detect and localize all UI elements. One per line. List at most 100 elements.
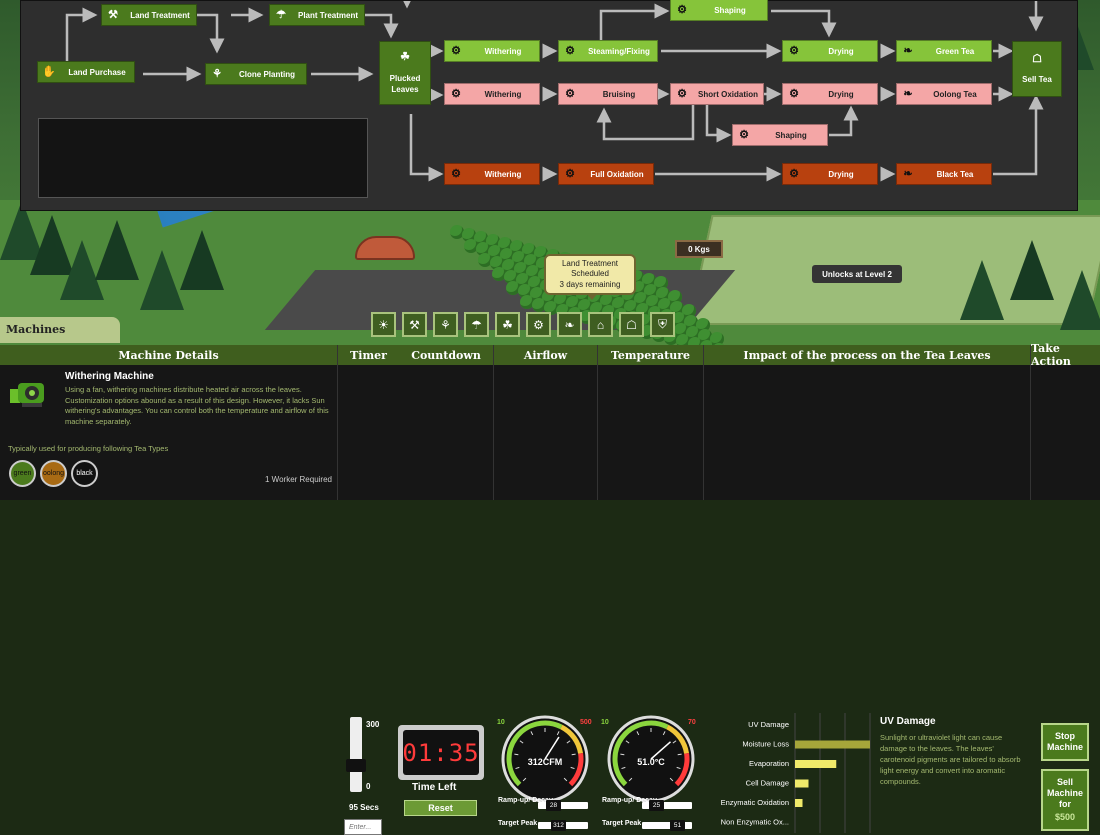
gears-icon: ⚙: [565, 87, 575, 100]
node-full-oxidation[interactable]: ⚙ Full Oxidation: [558, 163, 654, 185]
impact-bar[interactable]: [795, 740, 870, 749]
reset-button[interactable]: Reset: [404, 800, 477, 816]
machine-panel: Machine Details Withering Machine Using …: [0, 342, 1100, 835]
machine-details-panel: Machine Details Withering Machine Using …: [0, 345, 337, 500]
impact-bar[interactable]: [795, 799, 803, 807]
node-label: Steaming/Fixing: [588, 46, 650, 56]
tea-leaf-icon[interactable]: ❧: [557, 312, 582, 337]
impact-bar[interactable]: [795, 760, 837, 768]
gears-icon: ⚙: [739, 128, 749, 141]
gauge-tick: [571, 753, 576, 756]
node-label: Withering: [484, 46, 522, 56]
timer-slider-track[interactable]: [350, 717, 362, 792]
temperature-target-value[interactable]: 51: [670, 820, 685, 831]
node-label: Withering: [484, 89, 522, 99]
gears-icon[interactable]: ⚙: [526, 312, 551, 337]
storage-label[interactable]: 0 Kgs: [675, 240, 723, 258]
sun-leaf-icon[interactable]: ☀: [371, 312, 396, 337]
temperature-target-slider[interactable]: 51: [642, 820, 692, 831]
airflow-ramp-value[interactable]: 28: [546, 800, 561, 811]
shovel-icon[interactable]: ⚒: [402, 312, 427, 337]
node-green-tea[interactable]: ❧ Green Tea: [896, 40, 992, 62]
timer-value: 95 Secs: [349, 803, 379, 812]
gauge-tick: [677, 753, 682, 756]
gears-icon: ⚙: [677, 87, 687, 100]
tea-leaf-icon: ❧: [903, 87, 913, 100]
airflow-target-value[interactable]: 312: [551, 820, 566, 831]
node-land-purchase[interactable]: ✋ Land Purchase: [37, 61, 135, 83]
node-label: Shaping: [714, 5, 746, 15]
node-plant-treatment[interactable]: ☂ Plant Treatment: [269, 4, 365, 26]
node-steaming[interactable]: ⚙ Steaming/Fixing: [558, 40, 658, 62]
node-green-withering[interactable]: ⚙ Withering: [444, 40, 540, 62]
node-black-withering[interactable]: ⚙ Withering: [444, 163, 540, 185]
machines-tab[interactable]: Machines: [0, 317, 120, 343]
impact-panel: Impact of the process on the Tea Leaves: [703, 345, 1030, 500]
node-clone-planting[interactable]: ⚘ Clone Planting: [205, 63, 307, 85]
gears-icon: ⚙: [789, 87, 799, 100]
house-icon[interactable]: ⌂: [588, 312, 613, 337]
temperature-target-label: Target Peak: [602, 820, 642, 827]
airflow-target-label: Target Peak: [498, 820, 538, 827]
timer-header: Timer Countdown: [338, 345, 493, 365]
impact-chart: UV Damage Moisture Loss Evaporation Cell Da…: [721, 713, 871, 833]
node-label: Drying: [828, 46, 854, 56]
airflow-ramp-slider[interactable]: 28: [538, 800, 588, 811]
timer-title: Timer: [350, 348, 387, 362]
temperature-ramp-slider[interactable]: 25: [642, 800, 692, 811]
temperature-gauge: 51.0°C: [607, 715, 695, 803]
impact-bar[interactable]: [795, 779, 809, 788]
unlock-label: Unlocks at Level 2: [812, 265, 902, 283]
airflow-panel: Airflow: [493, 345, 597, 500]
sell-price: $500: [1054, 812, 1076, 823]
sell-machine-label: Sell Machine for: [1046, 776, 1083, 810]
node-label: Drying: [828, 169, 854, 179]
node-green-drying[interactable]: ⚙ Drying: [782, 40, 878, 62]
tea-leaf-icon: ❧: [903, 167, 913, 180]
stop-machine-button[interactable]: Stop Machine: [1041, 723, 1089, 761]
bridge: [355, 236, 415, 260]
node-land-treatment[interactable]: ⚒ Land Treatment: [101, 4, 197, 26]
node-label: Land Treatment: [130, 10, 190, 20]
node-oolong-withering[interactable]: ⚙ Withering: [444, 83, 540, 105]
airflow-target-slider[interactable]: 312: [538, 820, 588, 831]
node-oolong-tea[interactable]: ❧ Oolong Tea: [896, 83, 992, 105]
sell-machine-button[interactable]: Sell Machine for $500: [1041, 769, 1089, 831]
watering-can-icon: ☂: [276, 8, 286, 21]
gears-icon: ⚙: [451, 44, 461, 57]
plucking-hand-icon[interactable]: ☘: [495, 312, 520, 337]
node-oolong-drying[interactable]: ⚙ Drying: [782, 83, 878, 105]
node-black-drying[interactable]: ⚙ Drying: [782, 163, 878, 185]
node-label: Withering: [484, 169, 522, 179]
gauge-tick: [620, 753, 625, 756]
shield-icon[interactable]: ⛨: [650, 312, 675, 337]
node-short-oxidation[interactable]: ⚙ Short Oxidation: [670, 83, 764, 105]
temperature-ramp-value[interactable]: 25: [649, 800, 664, 811]
worker-requirement: 1 Worker Required: [265, 475, 332, 484]
sprout-icon[interactable]: ⚘: [433, 312, 458, 337]
watering-can-icon[interactable]: ☂: [464, 312, 489, 337]
machine-details-header: Machine Details: [0, 345, 337, 365]
node-oolong-shaping[interactable]: ⚙ Shaping: [732, 124, 828, 146]
node-sell-tea[interactable]: ☖ Sell Tea: [1012, 41, 1062, 97]
node-label: Sell Tea: [1022, 74, 1052, 84]
node-label: Plant Treatment: [297, 10, 358, 20]
node-label: Clone Planting: [239, 69, 295, 79]
node-bruising[interactable]: ⚙ Bruising: [558, 83, 658, 105]
timer-slider-handle[interactable]: [346, 759, 366, 773]
time-left-label: Time Left: [412, 782, 457, 793]
chart-icon[interactable]: ☖: [619, 312, 644, 337]
machine-description: Using a fan, withering machines distribu…: [65, 385, 329, 426]
countdown-title: Countdown: [411, 348, 481, 362]
node-green-shaping[interactable]: ⚙ Shaping: [670, 0, 768, 21]
timer-input[interactable]: [344, 819, 382, 835]
tea-leaf-icon: ❧: [903, 44, 913, 57]
tea-type-green: green: [9, 460, 36, 487]
node-black-tea[interactable]: ❧ Black Tea: [896, 163, 992, 185]
impact-detail-description: Sunlight or ultraviolet light can cause …: [880, 733, 1021, 786]
withering-machine-icon: [10, 383, 44, 407]
action-panel: Take Action: [1030, 342, 1100, 500]
timer-max: 300: [366, 720, 380, 729]
airflow-gauge: 312CFM: [501, 715, 589, 803]
node-plucked-leaves[interactable]: ☘ Plucked Leaves: [379, 41, 431, 105]
